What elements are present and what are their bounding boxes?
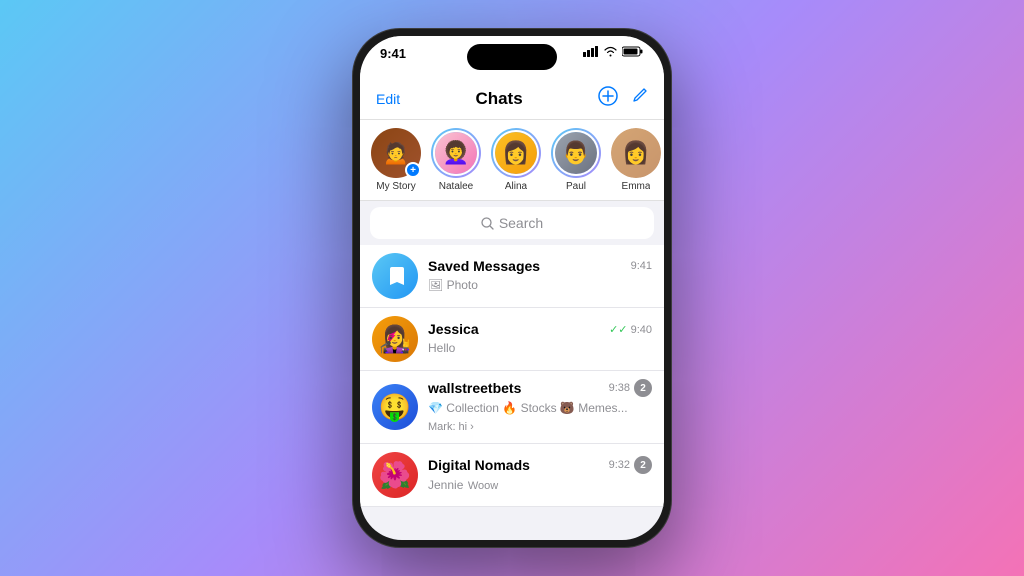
jessica-avatar: 👩‍🎤 (372, 316, 418, 362)
story-avatar-paul: 👨 (553, 130, 599, 176)
stories-row: 🙍 + My Story 👩‍🦱 Natalee 👩 (360, 120, 664, 201)
add-story-badge: + (405, 162, 421, 178)
story-ring-paul: 👨 (551, 128, 601, 178)
nav-bar: Edit Chats (360, 80, 664, 120)
story-name-my-story: My Story (376, 181, 415, 192)
battery-icon (622, 46, 644, 60)
status-bar: 9:41 (360, 36, 664, 80)
story-avatar-alina: 👩 (493, 130, 539, 176)
chat-item-jessica[interactable]: 👩‍🎤 Jessica ✓✓ 9:40 Hello (360, 308, 664, 371)
search-bar: Search (360, 201, 664, 245)
story-item-emma[interactable]: 👩 Emma (610, 128, 662, 192)
chat-name-wsb: wallstreetbets (428, 380, 521, 396)
new-group-icon[interactable] (598, 86, 618, 111)
story-item-paul[interactable]: 👨 Paul (550, 128, 602, 192)
double-check-jessica: ✓✓ (609, 324, 627, 336)
search-input[interactable]: Search (370, 207, 654, 239)
chat-name-jessica: Jessica (428, 321, 479, 337)
dn-avatar: 🌺 (372, 452, 418, 498)
chat-name-saved-messages: Saved Messages (428, 258, 540, 274)
nav-action-icons (598, 86, 648, 111)
chat-name-dn: Digital Nomads (428, 457, 530, 473)
chat-time-dn: 9:32 (609, 459, 630, 471)
chat-meta-dn: 9:32 2 (609, 456, 652, 474)
story-item-alina[interactable]: 👩 Alina (490, 128, 542, 192)
chat-list: Saved Messages 9:41 🖼 Photo 👩‍🎤 Jessica … (360, 245, 664, 507)
chat-time-wsb: 9:38 (609, 382, 630, 394)
chat-content-dn: Digital Nomads 9:32 2 Jennie Woow (428, 456, 652, 494)
chat-preview2-dn: Woow (468, 480, 498, 492)
story-name-emma: Emma (622, 181, 651, 192)
chat-preview-jessica: Hello (428, 341, 455, 355)
story-item-natalee[interactable]: 👩‍🦱 Natalee (430, 128, 482, 192)
story-name-paul: Paul (566, 181, 586, 192)
chat-preview-dn: Jennie (428, 478, 463, 492)
chat-top-row-dn: Digital Nomads 9:32 2 (428, 456, 652, 474)
badge-wsb: 2 (634, 379, 652, 397)
chat-time-saved-messages: 9:41 (631, 260, 652, 272)
compose-icon[interactable] (630, 87, 648, 110)
story-name-natalee: Natalee (439, 181, 473, 192)
story-avatar-emma: 👩 (611, 128, 661, 178)
signal-icon (583, 46, 599, 60)
saved-messages-avatar (372, 253, 418, 299)
phone-screen: 9:41 (360, 36, 664, 540)
page-title: Chats (475, 89, 522, 109)
chat-meta-wsb: 9:38 2 (609, 379, 652, 397)
story-ring-natalee: 👩‍🦱 (431, 128, 481, 178)
chat-item-saved-messages[interactable]: Saved Messages 9:41 🖼 Photo (360, 245, 664, 308)
chat-preview-saved-messages: 🖼 Photo (428, 278, 478, 292)
chat-content-saved-messages: Saved Messages 9:41 🖼 Photo (428, 258, 652, 294)
dynamic-island (467, 44, 557, 70)
chat-content-wallstreetbets: wallstreetbets 9:38 2 💎 Collection 🔥 Sto… (428, 379, 652, 435)
chat-item-digital-nomads[interactable]: 🌺 Digital Nomads 9:32 2 Jennie Woow (360, 444, 664, 507)
chat-preview-wsb: 💎 Collection 🔥 Stocks 🐻 Memes... (428, 401, 628, 415)
phone-frame: 9:41 (352, 28, 672, 548)
story-item-my-story[interactable]: 🙍 + My Story (370, 128, 422, 192)
story-ring-alina: 👩 (491, 128, 541, 178)
chat-item-wallstreetbets[interactable]: 🤑 wallstreetbets 9:38 2 💎 Collection 🔥 S… (360, 371, 664, 444)
wsb-avatar: 🤑 (372, 384, 418, 430)
wifi-icon (603, 46, 618, 60)
my-story-avatar: 🙍 + (371, 128, 421, 178)
chat-top-row-jessica: Jessica ✓✓ 9:40 (428, 321, 652, 337)
story-name-alina: Alina (505, 181, 527, 192)
chat-top-row-saved-messages: Saved Messages 9:41 (428, 258, 652, 274)
chat-top-row-wsb: wallstreetbets 9:38 2 (428, 379, 652, 397)
chat-time-jessica: ✓✓ 9:40 (609, 323, 652, 336)
chat-preview2-wsb: Mark: hi › (428, 421, 474, 433)
badge-dn: 2 (634, 456, 652, 474)
search-placeholder: Search (499, 215, 543, 231)
story-avatar-natalee: 👩‍🦱 (433, 130, 479, 176)
edit-button[interactable]: Edit (376, 91, 400, 107)
chat-content-jessica: Jessica ✓✓ 9:40 Hello (428, 321, 652, 357)
